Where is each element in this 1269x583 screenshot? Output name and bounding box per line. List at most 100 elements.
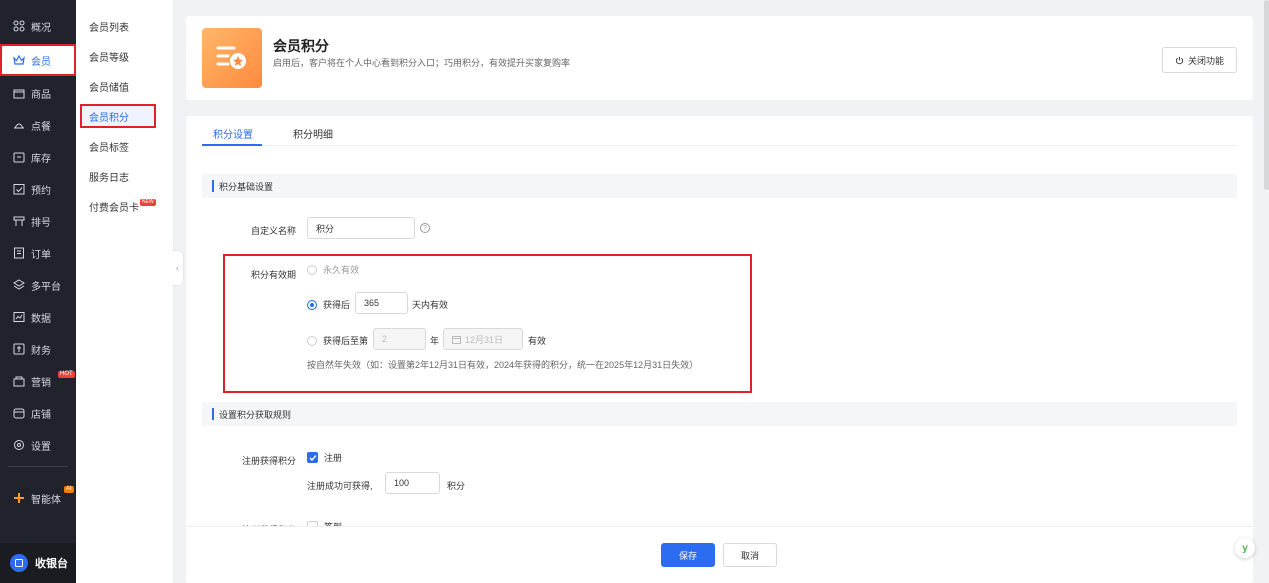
submenu-item-label: 会员储值 xyxy=(89,82,129,94)
submenu-item-member-deposit[interactable]: 会员储值 xyxy=(76,74,166,98)
page-description: 启用后，客户将在个人中心看到积分入口；巧用积分，有效提升买家复购率 xyxy=(273,58,571,68)
section-earn-rules: 设置积分获取规则 xyxy=(202,402,1237,426)
radio-days[interactable]: 获得后 xyxy=(307,298,350,311)
radio-label: 获得后至第 xyxy=(323,336,369,346)
submenu-item-label: 会员积分 xyxy=(89,112,129,124)
hot-badge: HOT xyxy=(58,371,75,378)
settings-card: 积分设置 积分明细 积分基础设置 自定义名称 积分 ? 积分有效期 永久有效 获… xyxy=(186,116,1253,583)
sidebar-item-multiplatform[interactable]: 多平台 xyxy=(0,269,76,301)
ai-badge: AI xyxy=(64,486,74,493)
sidebar-item-label: 数据 xyxy=(31,313,51,325)
sidebar-item-queue[interactable]: 排号 xyxy=(0,205,76,237)
marketing-icon xyxy=(13,375,25,387)
year-value: 2 xyxy=(382,334,388,344)
assistant-bubble[interactable]: y xyxy=(1235,538,1255,558)
submenu-item-member-level[interactable]: 会员等级 xyxy=(76,44,166,68)
calendar-check-icon xyxy=(13,183,25,195)
register-points-input[interactable]: 100 xyxy=(385,472,440,494)
sidebar-item-data[interactable]: 数据 xyxy=(0,301,76,333)
page-scrollbar[interactable] xyxy=(1264,0,1269,583)
dish-icon xyxy=(13,119,25,131)
calendar-icon xyxy=(452,335,461,344)
sidebar-item-ordering[interactable]: 点餐 xyxy=(0,109,76,141)
chart-icon xyxy=(13,311,25,323)
submenu-item-member-list[interactable]: 会员列表 xyxy=(76,14,166,38)
gear-icon xyxy=(13,439,25,451)
register-desc: 注册成功可获得, xyxy=(307,481,373,491)
sidebar-item-booking[interactable]: 预约 xyxy=(0,173,76,205)
sidebar-item-label: 财务 xyxy=(31,345,51,357)
cancel-label: 取消 xyxy=(740,550,759,561)
main-sidebar: 概况 会员 商品 点餐 库存 预约 排号 订单 多平台 数据 财务 营销 HOT… xyxy=(0,0,76,583)
member-submenu: 会员列表 会员等级 会员储值 会员积分 会员标签 服务日志 付费会员卡 NEW xyxy=(76,0,174,583)
sidebar-item-agent[interactable]: 智能体 AI xyxy=(0,482,76,514)
submenu-item-member-points[interactable]: 会员积分 xyxy=(80,104,156,128)
radio-dot xyxy=(307,264,317,275)
sidebar-item-member[interactable]: 会员 xyxy=(0,44,76,76)
radio-dot xyxy=(307,299,317,310)
tab-bar: 积分设置 积分明细 xyxy=(202,116,1237,146)
tab-points-details[interactable]: 积分明细 xyxy=(293,126,333,141)
close-feature-button[interactable]: 关闭功能 xyxy=(1162,47,1237,73)
sidebar-divider xyxy=(8,466,68,467)
days-input[interactable]: 365 xyxy=(355,292,408,314)
validity-label: 积分有效期 xyxy=(250,270,296,280)
register-points-label: 注册获得积分 xyxy=(241,456,296,466)
cashier-button[interactable]: 收银台 xyxy=(0,543,76,583)
section-title: 积分基础设置 xyxy=(219,181,274,192)
year-input[interactable]: 2 xyxy=(373,328,426,350)
cancel-button[interactable]: 取消 xyxy=(723,543,777,567)
sidebar-item-label: 商品 xyxy=(31,89,51,101)
submenu-item-label: 会员标签 xyxy=(89,142,129,154)
help-icon[interactable]: ? xyxy=(420,223,430,233)
store-icon xyxy=(13,407,25,419)
sidebar-item-goods[interactable]: 商品 xyxy=(0,77,76,109)
chevron-left-icon: ‹ xyxy=(176,263,179,273)
validity-hint: 按自然年失效（如：设置第2年12月31日有效，2024年获得的积分，统一在202… xyxy=(307,360,699,370)
submenu-item-service-log[interactable]: 服务日志 xyxy=(76,164,166,188)
sidebar-item-settings[interactable]: 设置 xyxy=(0,429,76,461)
register-checkbox[interactable]: 注册 xyxy=(307,451,342,464)
checkbox-box xyxy=(307,452,318,463)
custom-name-label: 自定义名称 xyxy=(250,226,296,236)
collapse-submenu-button[interactable]: ‹ xyxy=(172,250,184,286)
sidebar-item-marketing[interactable]: 营销 HOT xyxy=(0,365,76,397)
shop-icon xyxy=(13,87,25,99)
sidebar-item-orders[interactable]: 订单 xyxy=(0,237,76,269)
sidebar-item-label: 营销 xyxy=(31,377,51,389)
dashboard-icon xyxy=(13,20,25,32)
page-title: 会员积分 xyxy=(273,38,329,54)
power-icon xyxy=(1175,56,1184,64)
tab-points-settings[interactable]: 积分设置 xyxy=(213,126,253,141)
sidebar-item-label: 库存 xyxy=(31,153,51,165)
radio-forever[interactable]: 永久有效 xyxy=(307,263,359,276)
scrollbar-thumb[interactable] xyxy=(1264,0,1269,190)
custom-name-input[interactable]: 积分 xyxy=(307,217,415,239)
radio-year[interactable]: 获得后至第 xyxy=(307,334,368,347)
sidebar-item-inventory[interactable]: 库存 xyxy=(0,141,76,173)
sidebar-item-label: 点餐 xyxy=(31,121,51,133)
checkbox-label: 注册 xyxy=(324,453,343,463)
radio-label: 获得后 xyxy=(323,300,351,310)
finance-icon xyxy=(13,343,25,355)
assistant-icon: y xyxy=(1242,542,1248,554)
sidebar-item-label: 预约 xyxy=(31,185,51,197)
submenu-item-member-tags[interactable]: 会员标签 xyxy=(76,134,166,158)
days-suffix: 天内有效 xyxy=(412,300,449,310)
sidebar-item-label: 智能体 xyxy=(31,494,61,506)
sidebar-item-label: 排号 xyxy=(31,217,51,229)
register-points-value: 100 xyxy=(394,478,410,488)
queue-icon xyxy=(13,215,25,227)
submenu-item-label: 会员等级 xyxy=(89,52,129,64)
sidebar-item-overview[interactable]: 概况 xyxy=(0,10,76,42)
days-value: 365 xyxy=(364,298,380,308)
submenu-item-paid-card[interactable]: 付费会员卡 NEW xyxy=(76,194,166,218)
submenu-item-label: 会员列表 xyxy=(89,22,129,34)
close-feature-label: 关闭功能 xyxy=(1187,55,1224,66)
date-picker[interactable]: 12月31日 xyxy=(443,328,523,350)
sidebar-item-finance[interactable]: 财务 xyxy=(0,333,76,365)
save-label: 保存 xyxy=(678,550,697,561)
save-button[interactable]: 保存 xyxy=(661,543,715,567)
sidebar-item-store[interactable]: 店铺 xyxy=(0,397,76,429)
section-title: 设置积分获取规则 xyxy=(219,409,292,420)
